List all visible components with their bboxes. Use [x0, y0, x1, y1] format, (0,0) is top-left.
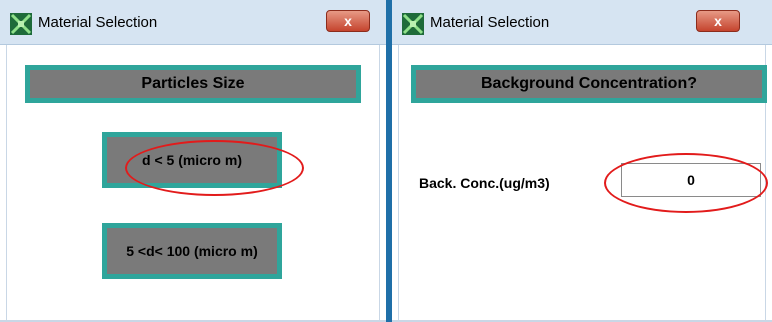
background-concentration-heading: Background Concentration?: [411, 65, 767, 103]
title-bar[interactable]: Material Selection x: [0, 0, 386, 45]
window-client-area: Background Concentration? Back. Conc.(ug…: [398, 45, 768, 322]
small-particle-button[interactable]: d < 5 (micro m): [102, 132, 282, 188]
window-title: Material Selection: [38, 14, 158, 31]
title-bar[interactable]: Material Selection x: [392, 0, 772, 45]
app-icon: [10, 13, 32, 35]
material-selection-window-particles: Material Selection x Particles Size d < …: [0, 0, 386, 322]
close-icon: x: [344, 13, 352, 29]
material-selection-window-background: Material Selection x Background Concentr…: [392, 0, 772, 322]
window-client-area: Particles Size d < 5 (micro m) 5 <d< 100…: [6, 45, 380, 322]
back-conc-label: Back. Conc.(ug/m3): [419, 175, 550, 191]
back-conc-input[interactable]: 0: [621, 163, 761, 197]
window-title: Material Selection: [430, 14, 550, 31]
app-icon: [402, 13, 424, 35]
close-button[interactable]: x: [326, 10, 370, 32]
close-button[interactable]: x: [696, 10, 740, 32]
close-icon: x: [714, 13, 722, 29]
particles-size-heading: Particles Size: [25, 65, 361, 103]
large-particle-button[interactable]: 5 <d< 100 (micro m): [102, 223, 282, 279]
